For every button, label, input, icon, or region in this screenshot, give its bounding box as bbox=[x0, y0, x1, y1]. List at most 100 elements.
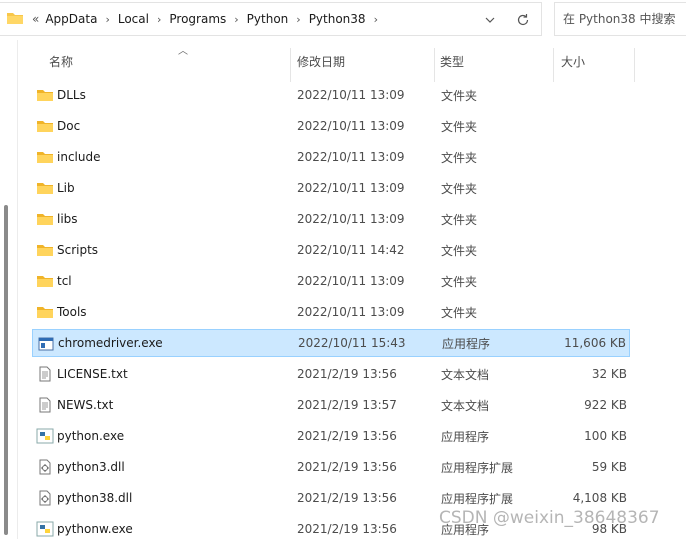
file-name: Scripts bbox=[57, 243, 99, 257]
python-icon bbox=[36, 521, 54, 537]
column-header-row: ︿ 名称 修改日期 类型 大小 bbox=[18, 40, 686, 82]
file-modified-date: 2021/2/19 13:56 bbox=[297, 367, 397, 381]
chevron-right-icon[interactable]: › bbox=[290, 13, 306, 26]
file-size: 100 KB bbox=[584, 429, 627, 443]
scrollbar-thumb[interactable] bbox=[4, 205, 8, 535]
breadcrumb-overflow[interactable]: « bbox=[28, 12, 43, 26]
file-size: 11,606 KB bbox=[564, 336, 626, 350]
file-type: 应用程序扩展 bbox=[441, 460, 514, 475]
app-icon bbox=[37, 336, 55, 352]
file-modified-date: 2022/10/11 13:09 bbox=[297, 150, 405, 164]
file-modified-date: 2022/10/11 15:43 bbox=[298, 336, 406, 350]
file-modified-date: 2022/10/11 13:09 bbox=[297, 212, 405, 226]
address-bar[interactable]: « AppData › Local › Programs › Python › … bbox=[0, 2, 542, 36]
file-type: 应用程序 bbox=[441, 429, 490, 444]
folder-icon bbox=[6, 10, 24, 29]
file-size: 32 KB bbox=[591, 367, 627, 381]
file-row[interactable]: python3.dll 2021/2/19 13:56 应用程序扩展 59 KB bbox=[32, 453, 630, 481]
file-name: python.exe bbox=[57, 429, 125, 443]
file-row[interactable]: Lib 2022/10/11 13:09 文件夹 bbox=[32, 174, 630, 202]
column-divider[interactable] bbox=[434, 48, 435, 82]
file-name: python38.dll bbox=[57, 491, 133, 505]
file-row[interactable]: libs 2022/10/11 13:09 文件夹 bbox=[32, 205, 630, 233]
file-type: 文件夹 bbox=[441, 212, 478, 227]
file-row[interactable]: Tools 2022/10/11 13:09 文件夹 bbox=[32, 298, 630, 326]
chevron-right-icon[interactable]: › bbox=[368, 13, 384, 26]
column-header-size[interactable]: 大小 bbox=[561, 40, 631, 82]
file-size: 4,108 KB bbox=[572, 491, 627, 505]
file-type: 文件夹 bbox=[441, 305, 478, 320]
file-modified-date: 2022/10/11 13:09 bbox=[297, 274, 405, 288]
python-icon bbox=[36, 428, 54, 444]
file-name: Lib bbox=[57, 181, 75, 195]
column-header-type[interactable]: 类型 bbox=[440, 40, 550, 82]
file-type: 文件夹 bbox=[441, 88, 478, 103]
folder-icon bbox=[36, 211, 54, 227]
file-type: 文本文档 bbox=[441, 398, 490, 413]
file-row[interactable]: tcl 2022/10/11 13:09 文件夹 bbox=[32, 267, 630, 295]
file-row[interactable]: include 2022/10/11 13:09 文件夹 bbox=[32, 143, 630, 171]
file-name: chromedriver.exe bbox=[58, 336, 163, 350]
file-row[interactable]: Doc 2022/10/11 13:09 文件夹 bbox=[32, 112, 630, 140]
file-type: 文本文档 bbox=[441, 367, 490, 382]
folder-icon bbox=[36, 118, 54, 134]
navigation-pane[interactable] bbox=[0, 40, 18, 539]
breadcrumb: « AppData › Local › Programs › Python › … bbox=[28, 3, 384, 35]
file-type: 应用程序扩展 bbox=[441, 491, 514, 506]
file-row[interactable]: LICENSE.txt 2021/2/19 13:56 文本文档 32 KB bbox=[32, 360, 630, 388]
folder-icon bbox=[36, 87, 54, 103]
file-row[interactable]: chromedriver.exe 2022/10/11 15:43 应用程序 11,6… bbox=[32, 329, 630, 357]
file-modified-date: 2022/10/11 14:42 bbox=[297, 243, 405, 257]
column-divider[interactable] bbox=[290, 48, 291, 82]
watermark: CSDN @weixin_38648367 bbox=[439, 508, 660, 528]
chevron-down-icon[interactable] bbox=[480, 11, 500, 29]
file-row[interactable]: python.exe 2021/2/19 13:56 应用程序 100 KB bbox=[32, 422, 630, 450]
breadcrumb-local[interactable]: Local bbox=[116, 12, 151, 26]
file-name: tcl bbox=[57, 274, 72, 288]
breadcrumb-python38[interactable]: Python38 bbox=[307, 12, 368, 26]
file-modified-date: 2021/2/19 13:56 bbox=[297, 522, 397, 536]
folder-icon bbox=[36, 180, 54, 196]
file-modified-date: 2022/10/11 13:09 bbox=[297, 88, 405, 102]
file-modified-date: 2021/2/19 13:56 bbox=[297, 429, 397, 443]
dll-icon bbox=[36, 490, 54, 506]
chevron-right-icon[interactable]: › bbox=[99, 13, 115, 26]
refresh-icon[interactable] bbox=[512, 10, 534, 30]
folder-icon bbox=[36, 304, 54, 320]
file-type: 文件夹 bbox=[441, 150, 478, 165]
breadcrumb-python[interactable]: Python bbox=[245, 12, 291, 26]
file-name: DLLs bbox=[57, 88, 86, 102]
file-type: 应用程序 bbox=[442, 336, 491, 351]
file-type: 文件夹 bbox=[441, 181, 478, 196]
file-size: 922 KB bbox=[584, 398, 627, 412]
file-modified-date: 2021/2/19 13:56 bbox=[297, 460, 397, 474]
file-size: 59 KB bbox=[591, 460, 627, 474]
file-row[interactable]: Scripts 2022/10/11 14:42 文件夹 bbox=[32, 236, 630, 264]
chevron-right-icon[interactable]: › bbox=[228, 13, 244, 26]
file-name: Tools bbox=[57, 305, 87, 319]
file-name: include bbox=[57, 150, 101, 164]
file-modified-date: 2021/2/19 13:56 bbox=[297, 491, 397, 505]
file-modified-date: 2021/2/19 13:57 bbox=[297, 398, 397, 412]
column-divider[interactable] bbox=[553, 48, 554, 82]
file-row[interactable]: NEWS.txt 2021/2/19 13:57 文本文档 922 KB bbox=[32, 391, 630, 419]
chevron-right-icon[interactable]: › bbox=[151, 13, 167, 26]
folder-icon bbox=[36, 149, 54, 165]
column-header-date[interactable]: 修改日期 bbox=[297, 40, 432, 82]
file-type: 文件夹 bbox=[441, 243, 478, 258]
column-header-name[interactable]: 名称 bbox=[49, 40, 289, 82]
text-file-icon bbox=[36, 366, 54, 382]
search-input[interactable] bbox=[563, 12, 686, 26]
file-type: 文件夹 bbox=[441, 119, 478, 134]
file-row[interactable]: DLLs 2022/10/11 13:09 文件夹 bbox=[32, 81, 630, 109]
folder-icon bbox=[36, 242, 54, 258]
breadcrumb-programs[interactable]: Programs bbox=[167, 12, 228, 26]
column-divider[interactable] bbox=[634, 48, 635, 82]
file-name: pythonw.exe bbox=[57, 522, 133, 536]
search-box bbox=[554, 2, 686, 36]
text-file-icon bbox=[36, 397, 54, 413]
file-modified-date: 2022/10/11 13:09 bbox=[297, 119, 405, 133]
file-modified-date: 2022/10/11 13:09 bbox=[297, 181, 405, 195]
breadcrumb-appdata[interactable]: AppData bbox=[43, 12, 99, 26]
file-name: libs bbox=[57, 212, 78, 226]
